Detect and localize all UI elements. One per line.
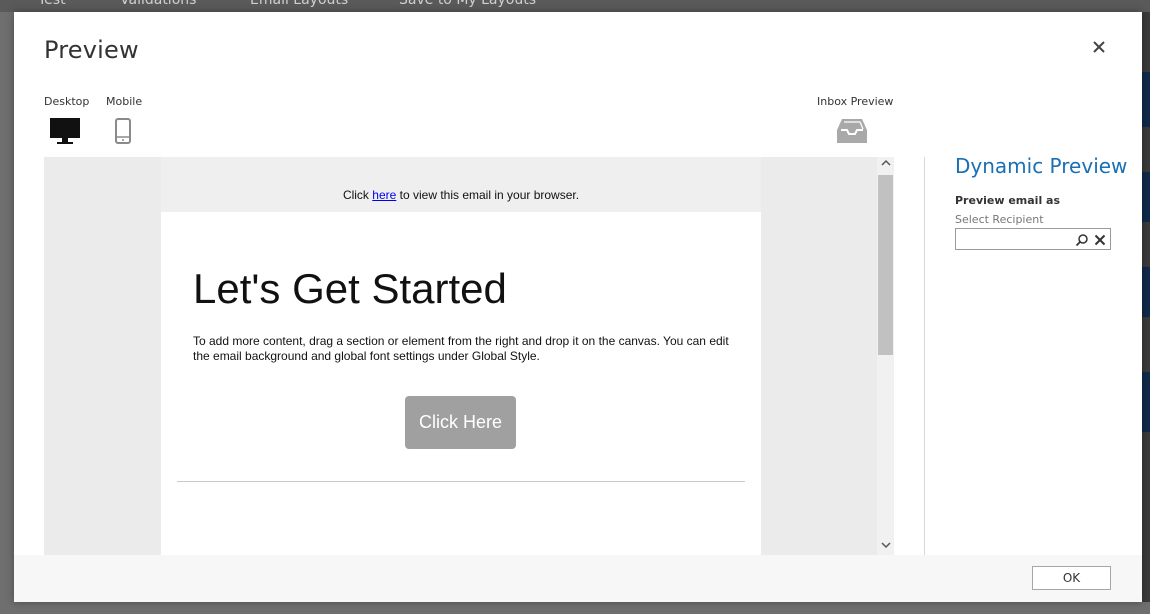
scroll-down-icon[interactable] (877, 539, 894, 555)
inbox-icon[interactable] (836, 118, 868, 148)
preview-dialog: Preview Desktop Mobile Inbox Preview Cli… (14, 12, 1142, 602)
preview-email-as-label: Preview email as (955, 194, 1061, 207)
background-toolbar: Test Validations Email Layouts Save to M… (0, 0, 1150, 12)
dialog-footer: OK (14, 555, 1142, 602)
select-recipient-label: Select Recipient (955, 213, 1044, 226)
scroll-thumb[interactable] (878, 175, 893, 355)
view-suffix: to view this email in your browser. (396, 188, 580, 202)
ok-button[interactable]: OK (1032, 566, 1111, 590)
close-icon[interactable] (1090, 40, 1108, 58)
view-prefix: Click (342, 188, 373, 202)
view-in-browser-bar: Click here to view this email in your br… (161, 157, 761, 212)
bg-toolbar-item: Save to My Layouts (399, 0, 537, 8)
email-canvas: Click here to view this email in your br… (44, 157, 877, 555)
dynamic-preview-title: Dynamic Preview (955, 154, 1128, 178)
scroll-up-icon[interactable] (877, 157, 894, 173)
email-body: Click here to view this email in your br… (161, 157, 761, 555)
panel-divider (924, 157, 925, 555)
email-body-text: To add more content, drag a section or e… (193, 334, 729, 363)
bg-toolbar-item: Validations (120, 0, 197, 8)
email-divider (177, 481, 745, 482)
recipient-input[interactable] (958, 230, 1074, 250)
clear-icon[interactable] (1093, 232, 1107, 246)
click-here-button[interactable]: Click Here (405, 396, 516, 449)
canvas-scrollbar[interactable] (877, 157, 894, 555)
search-icon[interactable] (1075, 232, 1089, 247)
background-sidebar (1142, 12, 1150, 602)
recipient-lookup (955, 228, 1111, 250)
dialog-title: Preview (44, 36, 139, 64)
desktop-label: Desktop (44, 95, 90, 108)
mobile-label: Mobile (106, 95, 143, 108)
desktop-icon[interactable] (49, 117, 81, 149)
mobile-icon[interactable] (115, 118, 131, 148)
bg-toolbar-item: Test (38, 0, 66, 8)
bg-toolbar-item: Email Layouts (250, 0, 349, 8)
email-headline: Let's Get Started (193, 265, 507, 312)
inbox-preview-label: Inbox Preview (817, 95, 894, 108)
view-in-browser-link[interactable]: here (372, 188, 396, 202)
